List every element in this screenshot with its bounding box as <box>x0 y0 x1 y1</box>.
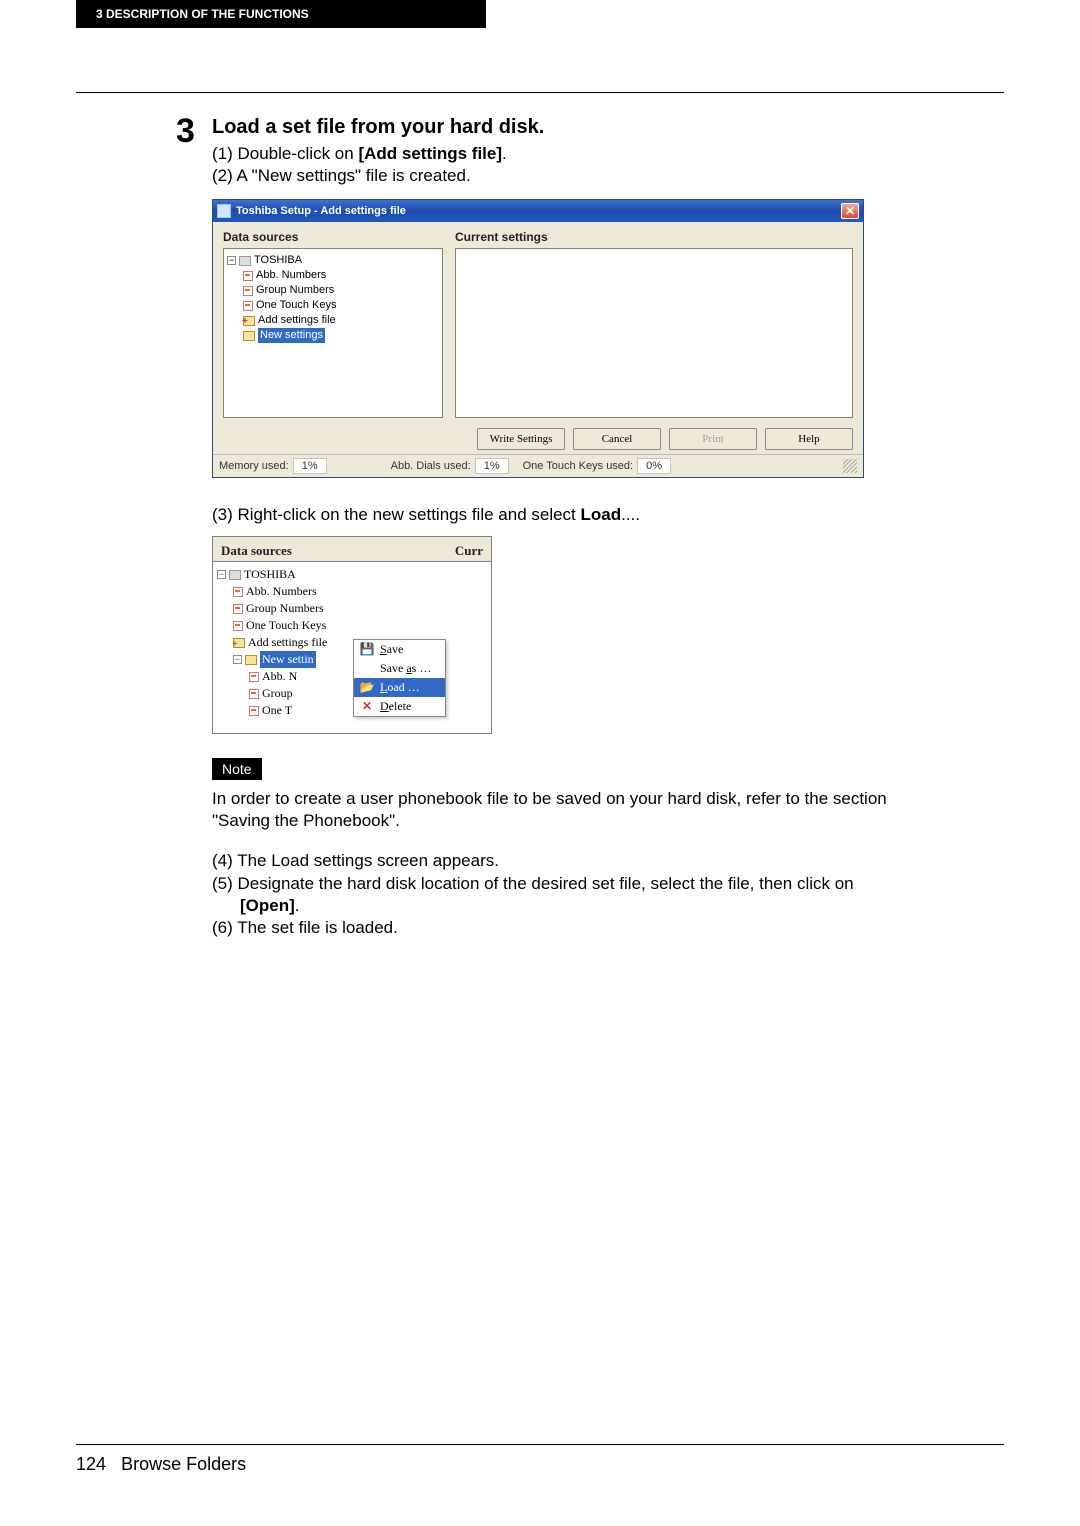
card-icon <box>233 587 243 597</box>
card-icon <box>243 301 253 311</box>
titlebar: Toshiba Setup - Add settings file ✕ <box>213 200 863 222</box>
page-number: 124 <box>76 1454 106 1474</box>
main-content: Load a set file from your hard disk. (1)… <box>176 116 936 939</box>
mem-label: Memory used: <box>219 460 289 472</box>
panel2-left-head: Data sources <box>221 543 292 559</box>
expander-icon[interactable]: − <box>227 256 236 265</box>
write-settings-button[interactable]: Write Settings <box>477 428 565 450</box>
resize-grip-icon[interactable] <box>843 459 857 473</box>
button-row: Write Settings Cancel Print Help <box>213 424 863 454</box>
tree-add[interactable]: Add settings file <box>258 313 336 328</box>
help-button[interactable]: Help <box>765 428 853 450</box>
tree-item[interactable]: Group Numbers <box>256 283 334 298</box>
card-icon <box>249 689 259 699</box>
line3-bold: Load <box>581 505 622 524</box>
step-heading: Load a set file from your hard disk. <box>212 116 936 139</box>
tree2-new[interactable]: New settin <box>260 651 316 668</box>
abb-label: Abb. Dials used: <box>391 460 471 472</box>
context-menu-screenshot: Data sources Curr −TOSHIBA Abb. Numbers … <box>212 536 492 734</box>
tail-line5-bold: [Open] <box>240 896 295 915</box>
print-button[interactable]: Print <box>669 428 757 450</box>
context-menu: 💾Save Save as … 📂 Load … ✕ Delete <box>353 639 446 717</box>
step-line1-post: . <box>502 144 507 163</box>
tree-item[interactable]: One Touch Keys <box>256 298 337 313</box>
menu-save-as[interactable]: Save as … <box>354 659 445 678</box>
mem-value: 1% <box>293 458 327 474</box>
machine-icon <box>229 570 241 580</box>
tree2-item[interactable]: Abb. Numbers <box>246 583 317 600</box>
chapter-label: 3 DESCRIPTION OF THE FUNCTIONS <box>96 7 309 21</box>
menu-save[interactable]: 💾Save <box>354 640 445 659</box>
step-body: (1) Double-click on [Add settings file].… <box>212 143 936 187</box>
col-current-settings-label: Current settings <box>455 230 853 244</box>
chapter-header: 3 DESCRIPTION OF THE FUNCTIONS <box>76 0 486 28</box>
window-title: Toshiba Setup - Add settings file <box>236 205 406 217</box>
card-icon <box>243 286 253 296</box>
panel2-right-head: Curr <box>455 543 483 559</box>
settings-panel <box>455 248 853 418</box>
tree2-sub[interactable]: Abb. N <box>262 668 297 685</box>
save-icon: 💾 <box>360 642 374 657</box>
app-icon <box>217 204 231 218</box>
menu-save-as-label: Save as … <box>380 661 431 676</box>
card-icon <box>233 621 243 631</box>
line3-pre: (3) Right-click on the new settings file… <box>212 505 581 524</box>
menu-delete-label: Delete <box>380 699 411 714</box>
open-icon: 📂 <box>360 680 374 695</box>
footer-rule <box>76 1444 1004 1445</box>
tree2-add[interactable]: Add settings file <box>248 634 327 651</box>
tree-new-selected[interactable]: New settings <box>258 328 325 343</box>
tree2-sub[interactable]: Group <box>262 685 293 702</box>
expander-icon[interactable]: − <box>233 655 242 664</box>
card-icon <box>243 271 253 281</box>
card-icon <box>233 604 243 614</box>
app-window: Toshiba Setup - Add settings file ✕ Data… <box>212 199 864 478</box>
add-folder-icon <box>233 638 245 648</box>
abb-value: 1% <box>475 458 509 474</box>
step-line2: (2) A "New settings" file is created. <box>212 165 936 187</box>
tree2-sub[interactable]: One T <box>262 702 292 719</box>
line3-post: .... <box>621 505 640 524</box>
expander-icon[interactable]: − <box>217 570 226 579</box>
folder-icon <box>245 655 257 665</box>
cancel-button[interactable]: Cancel <box>573 428 661 450</box>
tail-line4: (4) The Load settings screen appears. <box>212 850 936 872</box>
section-name: Browse Folders <box>121 1454 246 1474</box>
top-rule <box>76 92 1004 93</box>
footer: 124 Browse Folders <box>76 1454 246 1475</box>
col-data-sources-label: Data sources <box>223 230 443 244</box>
note-text: In order to create a user phonebook file… <box>212 788 932 832</box>
step-line1-pre: (1) Double-click on <box>212 144 358 163</box>
menu-load[interactable]: 📂 Load … <box>354 678 445 697</box>
tail-line5-post: . <box>295 896 300 915</box>
card-icon <box>249 672 259 682</box>
otk-value: 0% <box>637 458 671 474</box>
card-icon <box>249 706 259 716</box>
tree-panel[interactable]: − TOSHIBA Abb. Numbers Group Numbers One … <box>223 248 443 418</box>
tree-item[interactable]: Abb. Numbers <box>256 268 326 283</box>
status-bar: Memory used: 1% Abb. Dials used: 1% One … <box>213 454 863 477</box>
menu-load-label: Load … <box>380 680 420 695</box>
tail-line5-pre: (5) Designate the hard disk location of … <box>212 874 854 893</box>
tree2-item[interactable]: One Touch Keys <box>246 617 326 634</box>
close-button[interactable]: ✕ <box>841 203 859 219</box>
tree-root[interactable]: TOSHIBA <box>254 253 302 268</box>
step-line1-bold: [Add settings file] <box>358 144 502 163</box>
add-folder-icon <box>243 316 255 326</box>
note-badge: Note <box>212 758 262 780</box>
tree2-item[interactable]: Group Numbers <box>246 600 324 617</box>
otk-label: One Touch Keys used: <box>523 460 633 472</box>
menu-delete[interactable]: ✕ Delete <box>354 697 445 716</box>
folder-icon <box>243 331 255 341</box>
tail-line6: (6) The set file is loaded. <box>212 917 936 939</box>
machine-icon <box>239 256 251 266</box>
delete-icon: ✕ <box>360 699 374 714</box>
tree2-root[interactable]: TOSHIBA <box>244 566 296 583</box>
